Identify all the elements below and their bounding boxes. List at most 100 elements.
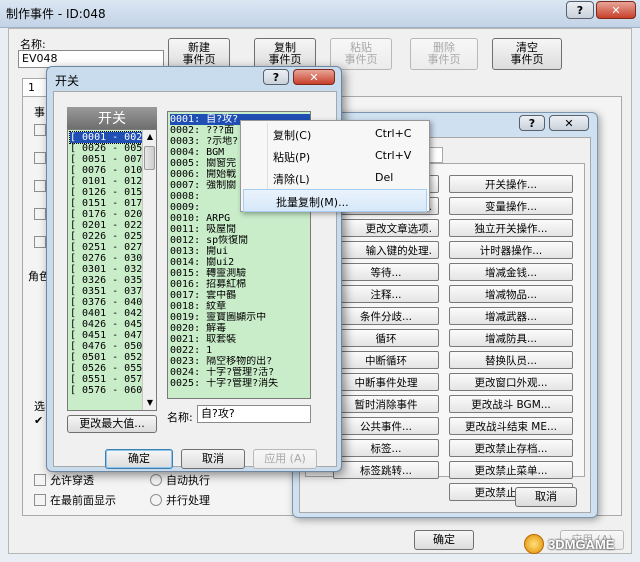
switch-item[interactable]: 0015: 轉靈測驗 xyxy=(170,268,310,279)
paste-page-button[interactable]: 粘贴 事件页 xyxy=(330,38,392,70)
commands-cancel-button[interactable]: 取消 xyxy=(515,487,577,507)
switch-group-item[interactable]: [ 0476 - 0500 ] xyxy=(70,341,142,352)
switch-item[interactable]: 0020: 解毒 xyxy=(170,323,310,334)
help-button[interactable]: ? xyxy=(566,1,594,19)
on-top-checkbox[interactable] xyxy=(34,494,46,506)
switch-item[interactable]: 0011: 吸屋閒 xyxy=(170,224,310,235)
clear-page-button[interactable]: 清空 事件页 xyxy=(492,38,562,70)
switch-item[interactable]: 0014: 關ui2 xyxy=(170,257,310,268)
switch-group-item[interactable]: [ 0226 - 0250 ] xyxy=(70,231,142,242)
command-button-right[interactable]: 替换队员... xyxy=(449,351,573,369)
switch-group-item[interactable]: [ 0551 - 0575 ] xyxy=(70,374,142,385)
switch-group-item[interactable]: [ 0101 - 0125 ] xyxy=(70,176,142,187)
command-button-left[interactable]: 中断事件处理 xyxy=(333,373,439,391)
command-button-right[interactable]: 更改禁止菜单... xyxy=(449,461,573,479)
switch-group-item[interactable]: [ 0151 - 0175 ] xyxy=(70,198,142,209)
commands-close-button[interactable]: ✕ xyxy=(549,115,589,131)
condition-checkbox-4[interactable] xyxy=(34,208,46,220)
switch-group-item[interactable]: [ 0401 - 0425 ] xyxy=(70,308,142,319)
switch-group-item[interactable]: [ 0451 - 0475 ] xyxy=(70,330,142,341)
context-menu-item[interactable]: 粘贴(P) Ctrl+V xyxy=(241,145,429,166)
context-menu-item[interactable]: 复制(C) Ctrl+C xyxy=(241,123,429,144)
command-button-right[interactable]: 增减武器... xyxy=(449,307,573,325)
switch-group-item[interactable]: [ 0326 - 0350 ] xyxy=(70,275,142,286)
switch-item[interactable]: 0010: ARPG xyxy=(170,213,310,224)
switch-item[interactable]: 0022: 1 xyxy=(170,345,310,356)
command-button-left[interactable]: 标签跳转... xyxy=(333,461,439,479)
switch-group-item[interactable]: [ 0001 - 0025 ] xyxy=(69,131,143,144)
switch-item[interactable]: 0023: 隔空移物的出? xyxy=(170,356,310,367)
switch-item[interactable]: 0025: 十字?管理?消失 xyxy=(170,378,310,389)
switch-group-item[interactable]: [ 0526 - 0550 ] xyxy=(70,363,142,374)
command-button-right[interactable]: 更改战斗 BGM... xyxy=(449,395,573,413)
command-button-right[interactable]: 增减物品... xyxy=(449,285,573,303)
switch-name-input[interactable]: 自?攻? xyxy=(197,405,311,423)
delete-page-button[interactable]: 删除 事件页 xyxy=(410,38,478,70)
command-button-left[interactable]: 标签... xyxy=(333,439,439,457)
context-menu-item[interactable]: 批量复制(M)... xyxy=(243,189,427,212)
switch-group-item[interactable]: [ 0051 - 0075 ] xyxy=(70,154,142,165)
switch-group-item[interactable]: [ 0251 - 0275 ] xyxy=(70,242,142,253)
command-button-right[interactable]: 开关操作... xyxy=(449,175,573,193)
command-button-input[interactable]: 输入键的处理. xyxy=(333,241,439,259)
switch-group-item[interactable]: [ 0376 - 0400 ] xyxy=(70,297,142,308)
switch-close-button[interactable]: ✕ xyxy=(293,69,335,85)
switch-ok-button[interactable]: 确定 xyxy=(105,449,173,469)
switch-cancel-button[interactable]: 取消 xyxy=(181,449,245,469)
command-button-right[interactable]: 更改战斗结束 ME... xyxy=(449,417,573,435)
command-button-right[interactable]: 独立开关操作... xyxy=(449,219,573,237)
command-button-left[interactable]: 中断循环 xyxy=(333,351,439,369)
command-button-left[interactable]: 循环 xyxy=(333,329,439,347)
command-button-right[interactable]: 更改禁止存档... xyxy=(449,439,573,457)
parallel-radio[interactable] xyxy=(150,494,162,506)
switch-group-item[interactable]: [ 0301 - 0325 ] xyxy=(70,264,142,275)
command-button-right[interactable]: 增减金钱... xyxy=(449,263,573,281)
switch-group-item[interactable]: [ 0351 - 0375 ] xyxy=(70,286,142,297)
scroll-down-arrow-icon[interactable]: ▼ xyxy=(143,396,156,410)
command-button-right[interactable]: 增减防具... xyxy=(449,329,573,347)
group-list-scroll-thumb[interactable] xyxy=(144,146,155,170)
switch-group-item[interactable]: [ 0176 - 0200 ] xyxy=(70,209,142,220)
switch-item[interactable]: 0016: 招募紅棉 xyxy=(170,279,310,290)
switch-group-item[interactable]: [ 0026 - 0050 ] xyxy=(70,143,142,154)
command-comment[interactable]: 注释... xyxy=(333,285,439,303)
switch-help-button[interactable]: ? xyxy=(263,69,289,85)
switch-item[interactable]: 0019: 靈寶圖顯示中 xyxy=(170,312,310,323)
switch-group-item[interactable]: [ 0501 - 0525 ] xyxy=(70,352,142,363)
switch-group-item[interactable]: [ 0126 - 0150 ] xyxy=(70,187,142,198)
commands-help-button[interactable]: ? xyxy=(519,115,545,131)
autorun-radio[interactable] xyxy=(150,474,162,486)
switch-item[interactable]: 0013: 開ui xyxy=(170,246,310,257)
group-list-scrollbar[interactable]: ▲ ▼ xyxy=(142,130,156,410)
condition-checkbox-2[interactable] xyxy=(34,152,46,164)
command-button-left[interactable]: 条件分歧... xyxy=(333,307,439,325)
condition-checkbox-1[interactable] xyxy=(34,124,46,136)
switch-item[interactable]: 0017: 雲中鶴 xyxy=(170,290,310,301)
switch-group-item[interactable]: [ 0201 - 0225 ] xyxy=(70,220,142,231)
close-button[interactable]: ✕ xyxy=(596,1,636,19)
command-button-left[interactable]: 暂时消除事件 xyxy=(333,395,439,413)
switch-group-item[interactable]: [ 0276 - 0300 ] xyxy=(70,253,142,264)
scroll-up-arrow-icon[interactable]: ▲ xyxy=(143,130,156,144)
switch-group-list[interactable]: [ 0001 - 0025 ][ 0026 - 0050 ][ 0051 - 0… xyxy=(67,129,157,411)
switch-group-item[interactable]: [ 0076 - 0100 ] xyxy=(70,165,142,176)
command-button-right[interactable]: 变量操作... xyxy=(449,197,573,215)
condition-checkbox-3[interactable] xyxy=(34,180,46,192)
command-change-text-options[interactable]: 更改文章选项. xyxy=(333,219,439,237)
context-menu-item[interactable]: 清除(L) Del xyxy=(241,167,429,188)
command-button-right[interactable]: 计时器操作... xyxy=(449,241,573,259)
switch-item[interactable]: 0012: sp恢復閒 xyxy=(170,235,310,246)
change-max-button[interactable]: 更改最大值... xyxy=(67,415,157,433)
switch-apply-button[interactable]: 应用 (A) xyxy=(253,449,317,469)
switch-group-item[interactable]: [ 0576 - 0600 ] xyxy=(70,385,142,396)
command-button-right[interactable]: 更改窗口外观... xyxy=(449,373,573,391)
command-wait[interactable]: 等待... xyxy=(333,263,439,281)
event-ok-button[interactable]: 确定 xyxy=(414,530,474,550)
switch-item[interactable]: 0024: 十字?管理?活? xyxy=(170,367,310,378)
command-button-left[interactable]: 公共事件... xyxy=(333,417,439,435)
condition-checkbox-5[interactable] xyxy=(34,236,46,248)
switch-group-item[interactable]: [ 0426 - 0450 ] xyxy=(70,319,142,330)
through-checkbox[interactable] xyxy=(34,474,46,486)
switch-item[interactable]: 0021: 取套裝 xyxy=(170,334,310,345)
switch-item[interactable]: 0018: 紋章 xyxy=(170,301,310,312)
